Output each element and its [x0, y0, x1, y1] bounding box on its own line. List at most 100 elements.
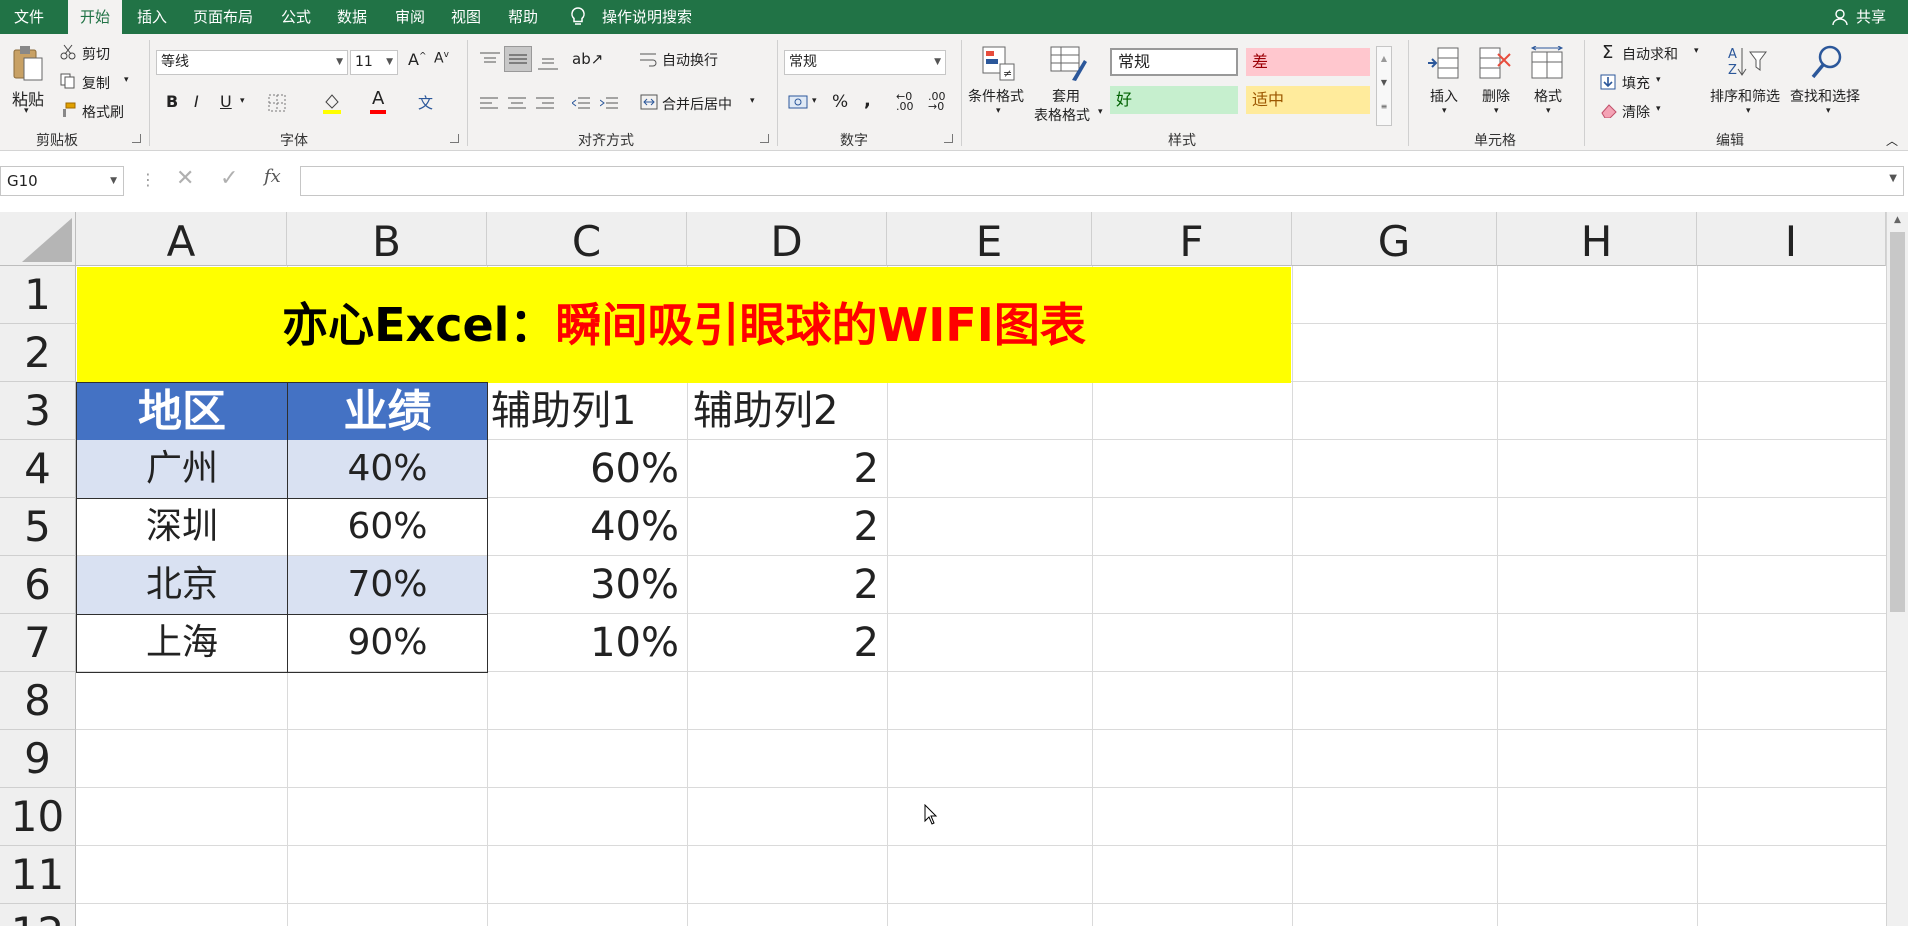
enter-icon[interactable]: ✓ [220, 166, 238, 191]
collapse-ribbon-icon[interactable]: ︿ [1886, 132, 1898, 149]
increase-indent-icon[interactable] [600, 96, 618, 110]
performance-cell[interactable]: 60% [287, 498, 488, 557]
performance-cell[interactable]: 70% [287, 556, 488, 615]
row-header-5[interactable]: 5 [0, 498, 76, 556]
row-header-7[interactable]: 7 [0, 614, 76, 672]
helper2-cell[interactable]: 2 [687, 498, 887, 556]
merge-center-button[interactable]: 合并后居中 [662, 94, 732, 114]
alignment-launcher-icon[interactable] [760, 134, 769, 143]
cut-button[interactable]: 剪切 [82, 44, 110, 64]
clear-button[interactable]: 清除 [1622, 102, 1650, 122]
style-good[interactable]: 好 [1110, 86, 1238, 114]
tab-review[interactable]: 审阅 [395, 0, 425, 34]
column-header-f[interactable]: F [1092, 212, 1292, 266]
tab-help[interactable]: 帮助 [508, 0, 538, 34]
helper1-cell[interactable]: 40% [487, 498, 687, 556]
row-header-11[interactable]: 11 [0, 846, 76, 904]
style-normal[interactable]: 常规 [1110, 48, 1238, 76]
tab-formulas[interactable]: 公式 [281, 0, 311, 34]
clear-dropdown-icon[interactable]: ▾ [1656, 104, 1661, 114]
format-as-table-label-1[interactable]: 套用 [1052, 86, 1080, 106]
cancel-icon[interactable]: ✕ [176, 166, 194, 191]
tab-page-layout[interactable]: 页面布局 [193, 0, 253, 34]
align-right-icon[interactable] [536, 96, 554, 110]
percent-button[interactable]: % [832, 92, 848, 112]
merge-dropdown-icon[interactable]: ▾ [750, 96, 755, 106]
find-dropdown-icon[interactable]: ▾ [1826, 106, 1831, 116]
insert-dropdown-icon[interactable]: ▾ [1442, 106, 1447, 116]
scroll-up-icon[interactable]: ▲ [1377, 47, 1391, 71]
accounting-format-icon[interactable] [788, 94, 808, 110]
decrease-font-icon[interactable]: Av [434, 50, 449, 67]
column-header-c[interactable]: C [487, 212, 687, 266]
helper1-cell[interactable]: 60% [487, 440, 687, 498]
copy-button[interactable]: 复制 [82, 73, 110, 93]
sort-dropdown-icon[interactable]: ▾ [1746, 106, 1751, 116]
styles-more-icon[interactable]: ≡ [1377, 95, 1391, 119]
style-bad[interactable]: 差 [1246, 48, 1370, 76]
underline-button[interactable]: U [220, 92, 232, 111]
underline-dropdown-icon[interactable]: ▾ [240, 96, 245, 106]
fill-dropdown-icon[interactable]: ▾ [1656, 75, 1661, 85]
fill-color-icon[interactable] [322, 92, 342, 114]
borders-icon[interactable] [268, 94, 286, 112]
performance-cell[interactable]: 90% [287, 614, 488, 673]
column-header-e[interactable]: E [887, 212, 1092, 266]
header-performance-cell[interactable]: 业绩 [287, 382, 488, 441]
number-format-select[interactable]: 常规 ▼ [784, 50, 946, 75]
tab-file[interactable]: 文件 [14, 0, 54, 34]
decrease-indent-icon[interactable] [572, 96, 590, 110]
style-neutral[interactable]: 适中 [1246, 86, 1370, 114]
performance-cell[interactable]: 40% [287, 440, 488, 499]
formula-input[interactable]: ▼ [300, 166, 1904, 196]
bold-button[interactable]: B [166, 92, 178, 111]
header-helper2-cell[interactable]: 辅助列2 [693, 382, 887, 440]
align-top-icon[interactable] [480, 52, 500, 66]
column-header-h[interactable]: H [1497, 212, 1697, 266]
format-painter-button[interactable]: 格式刷 [82, 102, 124, 122]
header-helper1-cell[interactable]: 辅助列1 [491, 382, 687, 440]
italic-button[interactable]: I [194, 92, 199, 111]
vertical-scrollbar[interactable]: ▲ [1886, 212, 1908, 926]
format-table-dropdown-icon[interactable]: ▾ [1098, 107, 1103, 117]
autosum-button[interactable]: 自动求和 [1622, 44, 1678, 64]
region-cell[interactable]: 北京 [76, 556, 288, 615]
region-cell[interactable]: 广州 [76, 440, 288, 499]
row-header-2[interactable]: 2 [0, 324, 76, 382]
format-cells-button[interactable]: 格式 [1534, 86, 1562, 106]
conditional-dropdown-icon[interactable]: ▾ [996, 106, 1001, 116]
column-header-i[interactable]: I [1697, 212, 1886, 266]
conditional-formatting-button[interactable]: 条件格式 [968, 86, 1024, 106]
increase-font-icon[interactable]: A^ [408, 50, 427, 69]
helper1-cell[interactable]: 10% [487, 614, 687, 672]
align-bottom-icon[interactable] [538, 56, 558, 70]
tab-view[interactable]: 视图 [451, 0, 481, 34]
row-header-3[interactable]: 3 [0, 382, 76, 440]
row-header-8[interactable]: 8 [0, 672, 76, 730]
tab-data[interactable]: 数据 [337, 0, 367, 34]
row-header-4[interactable]: 4 [0, 440, 76, 498]
scrollbar-thumb[interactable] [1890, 232, 1905, 612]
autosum-dropdown-icon[interactable]: ▾ [1694, 46, 1699, 56]
font-launcher-icon[interactable] [450, 134, 459, 143]
row-header-12[interactable]: 12 [0, 904, 76, 926]
region-cell[interactable]: 上海 [76, 614, 288, 673]
align-center-icon[interactable] [508, 96, 526, 110]
name-box[interactable]: G10 ▼ [0, 166, 124, 196]
helper2-cell[interactable]: 2 [687, 614, 887, 672]
decrease-decimal-icon[interactable]: .00 →0 [928, 91, 946, 112]
orientation-icon[interactable]: ab↗ [572, 50, 603, 68]
column-header-a[interactable]: A [76, 212, 287, 266]
region-cell[interactable]: 深圳 [76, 498, 288, 557]
number-launcher-icon[interactable] [944, 134, 953, 143]
copy-dropdown-icon[interactable]: ▾ [124, 75, 129, 85]
sort-filter-button[interactable]: 排序和筛选 [1710, 86, 1780, 106]
column-header-g[interactable]: G [1292, 212, 1497, 266]
paste-dropdown-icon[interactable]: ▾ [24, 106, 29, 116]
comma-button[interactable]: , [864, 90, 871, 111]
expand-formula-icon[interactable]: ▼ [1889, 173, 1897, 184]
tell-me-search[interactable]: 操作说明搜索 [602, 0, 692, 34]
scroll-up-icon[interactable]: ▲ [1887, 212, 1908, 228]
tab-home[interactable]: 开始 [68, 0, 122, 34]
column-header-d[interactable]: D [687, 212, 887, 266]
